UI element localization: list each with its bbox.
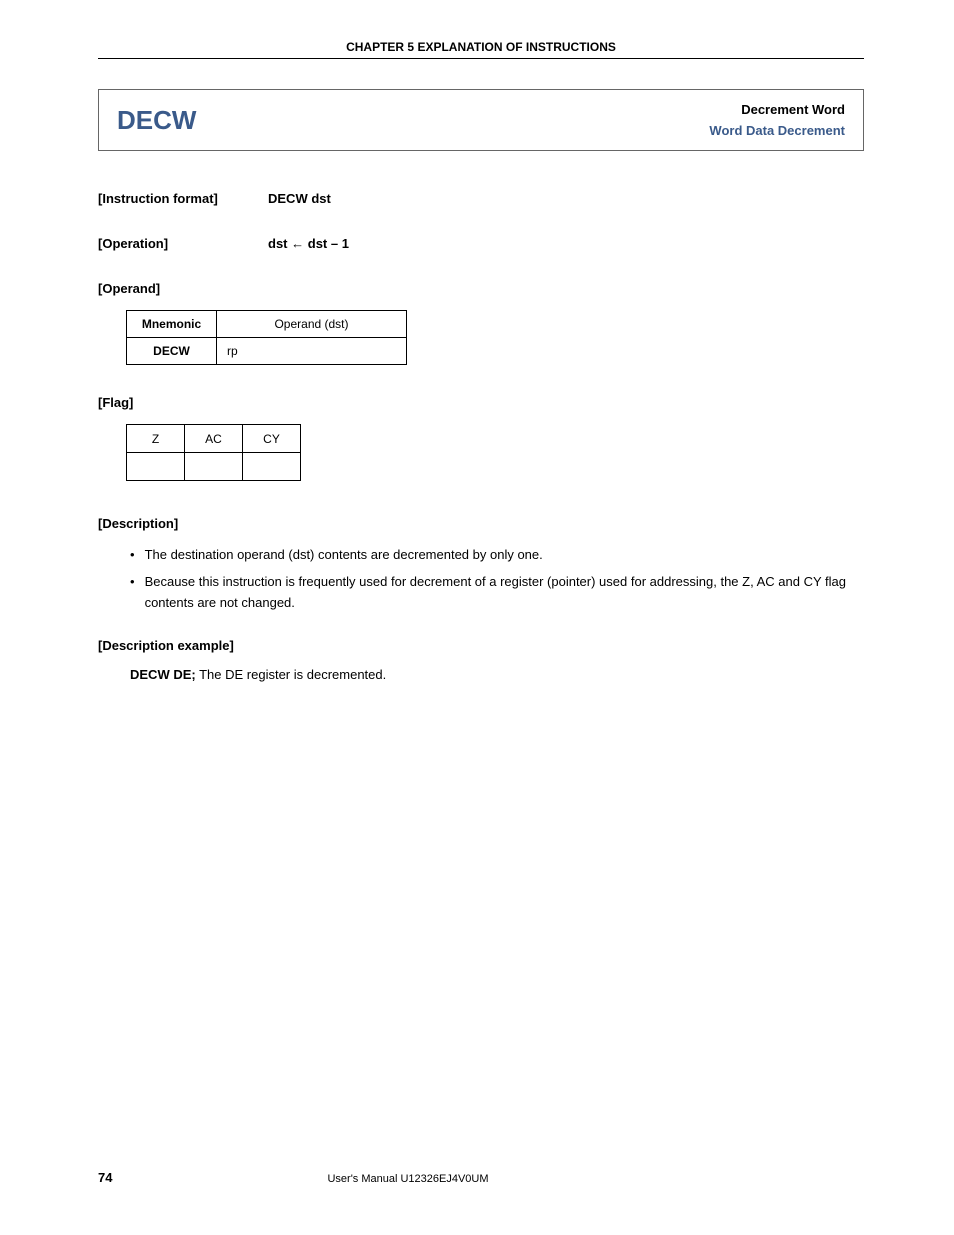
description-label: [Description] [98,516,864,531]
description-list: • The destination operand (dst) contents… [130,545,864,613]
operation-row: [Operation] dst ← dst – 1 [98,236,864,251]
flag-header-cy: CY [243,425,301,453]
example-code: DECW DE; [130,667,196,682]
operation-label: [Operation] [98,236,268,251]
operand-row-mnemonic: DECW [127,338,217,365]
flag-label: [Flag] [98,395,864,410]
page-footer: 74 User's Manual U12326EJ4V0UM [98,1170,864,1185]
operation-rhs: dst – 1 [308,236,349,251]
operand-label: [Operand] [98,281,864,296]
format-value: DECW dst [268,191,331,206]
list-item: • The destination operand (dst) contents… [130,545,864,566]
operation-lhs: dst [268,236,288,251]
footer-manual: User's Manual U12326EJ4V0UM [327,1173,488,1185]
list-item: • Because this instruction is frequently… [130,572,864,614]
table-header-row: Z AC CY [127,425,301,453]
instruction-box: DECW Decrement Word Word Data Decrement [98,89,864,151]
flag-value-z [127,453,185,481]
description-item-text: The destination operand (dst) contents a… [145,545,543,566]
instruction-mnemonic: DECW [117,105,196,136]
operand-table: Mnemonic Operand (dst) DECW rp [126,310,407,365]
instruction-titles: Decrement Word Word Data Decrement [709,102,845,138]
flag-header-ac: AC [185,425,243,453]
format-label: [Instruction format] [98,191,268,206]
format-row: [Instruction format] DECW dst [98,191,864,206]
chapter-divider [98,58,864,59]
instruction-title-main: Decrement Word [709,102,845,117]
operand-row-operand: rp [217,338,407,365]
table-row [127,453,301,481]
description-item-text: Because this instruction is frequently u… [145,572,864,614]
chapter-header: CHAPTER 5 EXPLANATION OF INSTRUCTIONS [98,40,864,54]
flag-table: Z AC CY [126,424,301,481]
page-number: 74 [98,1170,112,1185]
example-label: [Description example] [98,638,864,653]
instruction-title-sub: Word Data Decrement [709,123,845,138]
operand-header-operand: Operand (dst) [217,311,407,338]
left-arrow-icon: ← [291,236,304,251]
bullet-icon: • [130,545,135,566]
flag-value-ac [185,453,243,481]
table-row: DECW rp [127,338,407,365]
flag-value-cy [243,453,301,481]
table-header-row: Mnemonic Operand (dst) [127,311,407,338]
operation-value: dst ← dst – 1 [268,236,349,251]
example-line: DECW DE; The DE register is decremented. [130,667,864,682]
operand-header-mnemonic: Mnemonic [127,311,217,338]
bullet-icon: • [130,572,135,614]
example-text: The DE register is decremented. [196,667,387,682]
flag-header-z: Z [127,425,185,453]
